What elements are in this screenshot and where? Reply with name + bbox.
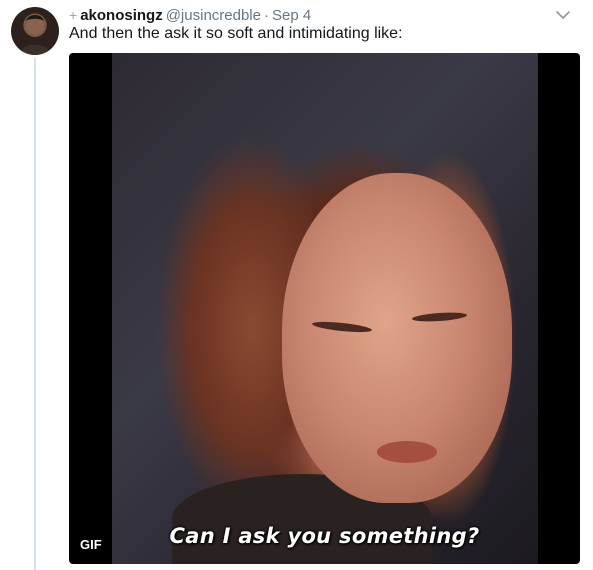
meta-separator: · [263, 7, 269, 24]
left-eye-shape [311, 319, 373, 335]
gif-badge: GIF [76, 535, 106, 554]
face-shape [282, 173, 512, 503]
gif-caption: Can I ask you something? [169, 524, 480, 548]
mouth-shape [377, 441, 437, 463]
tweet-text: And then the ask it so soft and intimida… [69, 25, 403, 42]
gif-frame-image [112, 53, 538, 564]
gif-media[interactable]: Can I ask you something? GIF [69, 53, 580, 564]
reply-marker: + [69, 7, 78, 23]
right-eye-shape [411, 311, 468, 323]
avatar[interactable] [11, 7, 59, 55]
avatar-image [19, 15, 51, 55]
user-handle[interactable]: @jusincredble [166, 7, 261, 24]
chevron-down-icon[interactable] [555, 8, 571, 20]
tweet-date[interactable]: Sep 4 [272, 7, 311, 24]
display-name[interactable]: akonosingz [80, 7, 163, 24]
tweet-header: + akonosingz @jusincredble · Sep 4 [69, 6, 311, 24]
thread-line [34, 58, 36, 570]
